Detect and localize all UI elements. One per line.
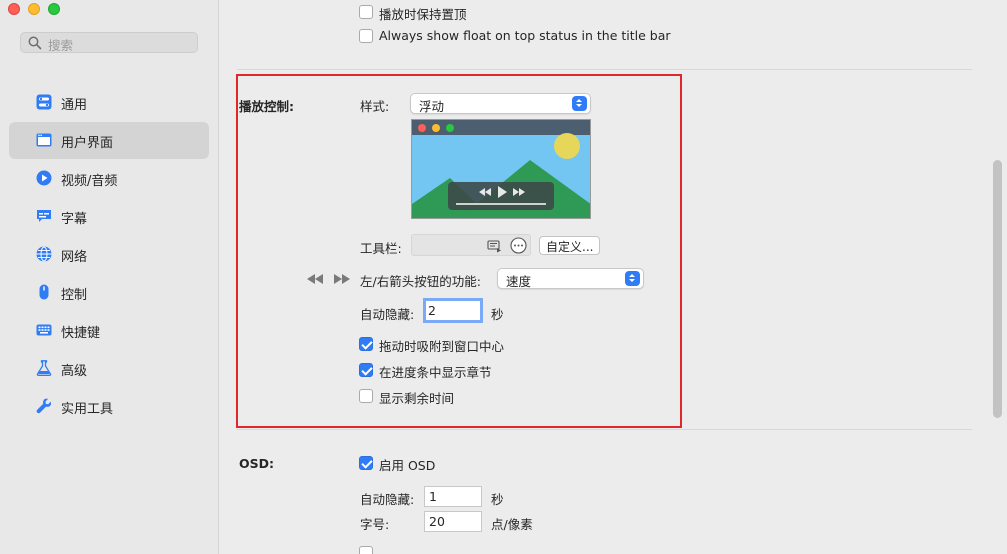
autohide-unit: 秒 [491,307,504,322]
style-label: 样式: [360,99,390,114]
window-icon [36,133,52,147]
search-placeholder: 搜索 [48,38,74,53]
always-show-float-label: Always show float on top status in the t… [379,28,671,43]
show-remaining-checkbox[interactable] [359,389,373,403]
captions-icon [37,210,51,222]
sidebar-item-label: 通用 [61,98,88,113]
playlist-icon [487,240,501,253]
search-icon [28,36,42,50]
flask-icon [36,360,52,376]
osd-fontsize-input[interactable]: 20 [424,511,482,532]
zoom-window-button[interactable] [48,3,60,15]
divider [237,69,972,70]
wrench-icon [36,398,52,414]
sidebar-item-label: 视频/音频 [61,174,118,189]
preferences-window: 搜索 通用 用户界面 视频/音频 字幕 网络 控制 快捷键 高级 实用工具 播放… [0,0,1007,554]
always-show-float-checkbox[interactable] [359,29,373,43]
scrollbar[interactable] [993,160,1002,418]
enable-osd-checkbox[interactable] [359,456,373,470]
sidebar-item-label: 字幕 [61,212,88,227]
chevron-updown-icon [572,96,587,111]
mouse-icon [39,284,49,300]
snap-center-label: 拖动时吸附到窗口中心 [379,339,505,354]
sidebar-item-subtitles[interactable]: 字幕 [9,198,209,235]
style-select-value: 浮动 [419,99,445,114]
snap-center-checkbox[interactable] [359,337,373,351]
osd-fontsize-label: 字号: [360,517,390,532]
preview-illustration [412,120,590,218]
osd-autohide-unit: 秒 [491,492,504,507]
sidebar-item-general[interactable]: 通用 [9,84,209,121]
sidebar: 搜索 通用 用户界面 视频/音频 字幕 网络 控制 快捷键 高级 实用工具 [0,0,219,554]
toolbar-preview[interactable] [411,234,531,256]
sidebar-item-shortcuts[interactable]: 快捷键 [9,312,209,349]
playback-section-title: 播放控制: [239,99,294,114]
globe-icon [36,246,52,262]
sidebar-item-label: 用户界面 [61,136,114,151]
play-circle-icon [36,170,52,186]
chevron-updown-icon [625,271,640,286]
toggles-icon [36,94,52,110]
sidebar-item-video-audio[interactable]: 视频/音频 [9,160,209,197]
sidebar-item-label: 网络 [61,250,88,265]
sidebar-item-control[interactable]: 控制 [9,274,209,311]
divider [237,429,972,430]
close-window-button[interactable] [8,3,20,15]
search-field[interactable]: 搜索 [20,32,198,53]
show-remaining-label: 显示剩余时间 [379,391,455,406]
toolbar-label: 工具栏: [360,241,402,256]
sidebar-item-label: 快捷键 [61,326,101,341]
osd-section-title: OSD: [239,456,275,471]
autohide-input[interactable]: 2 [423,298,483,323]
arrow-buttons-icon [307,274,350,284]
arrow-function-label: 左/右箭头按钮的功能: [360,274,481,289]
osd-autohide-label: 自动隐藏: [360,492,415,507]
osd-autohide-input[interactable]: 1 [424,486,482,507]
arrow-function-value: 速度 [506,274,532,289]
osd-fontsize-unit: 点/像素 [491,517,533,532]
sidebar-item-network[interactable]: 网络 [9,236,209,273]
sidebar-item-label: 高级 [61,364,88,379]
keep-on-top-checkbox[interactable] [359,5,373,19]
style-preview-image [411,119,591,219]
show-chapters-label: 在进度条中显示章节 [379,365,492,380]
keep-on-top-label: 播放时保持置顶 [379,7,467,22]
minimize-window-button[interactable] [28,3,40,15]
partially-hidden-checkbox[interactable] [359,546,373,554]
keyboard-icon [36,324,52,336]
show-chapters-checkbox[interactable] [359,363,373,377]
sidebar-item-ui[interactable]: 用户界面 [9,122,209,159]
sidebar-item-label: 控制 [61,288,88,303]
enable-osd-label: 启用 OSD [379,458,436,473]
arrow-function-select[interactable]: 速度 [497,268,644,289]
autohide-label: 自动隐藏: [360,307,415,322]
sidebar-item-utilities[interactable]: 实用工具 [9,388,209,425]
style-select[interactable]: 浮动 [410,93,591,114]
sidebar-item-label: 实用工具 [61,402,114,417]
more-options-icon [510,237,527,254]
sidebar-item-advanced[interactable]: 高级 [9,350,209,387]
customize-button[interactable]: 自定义... [539,236,601,255]
